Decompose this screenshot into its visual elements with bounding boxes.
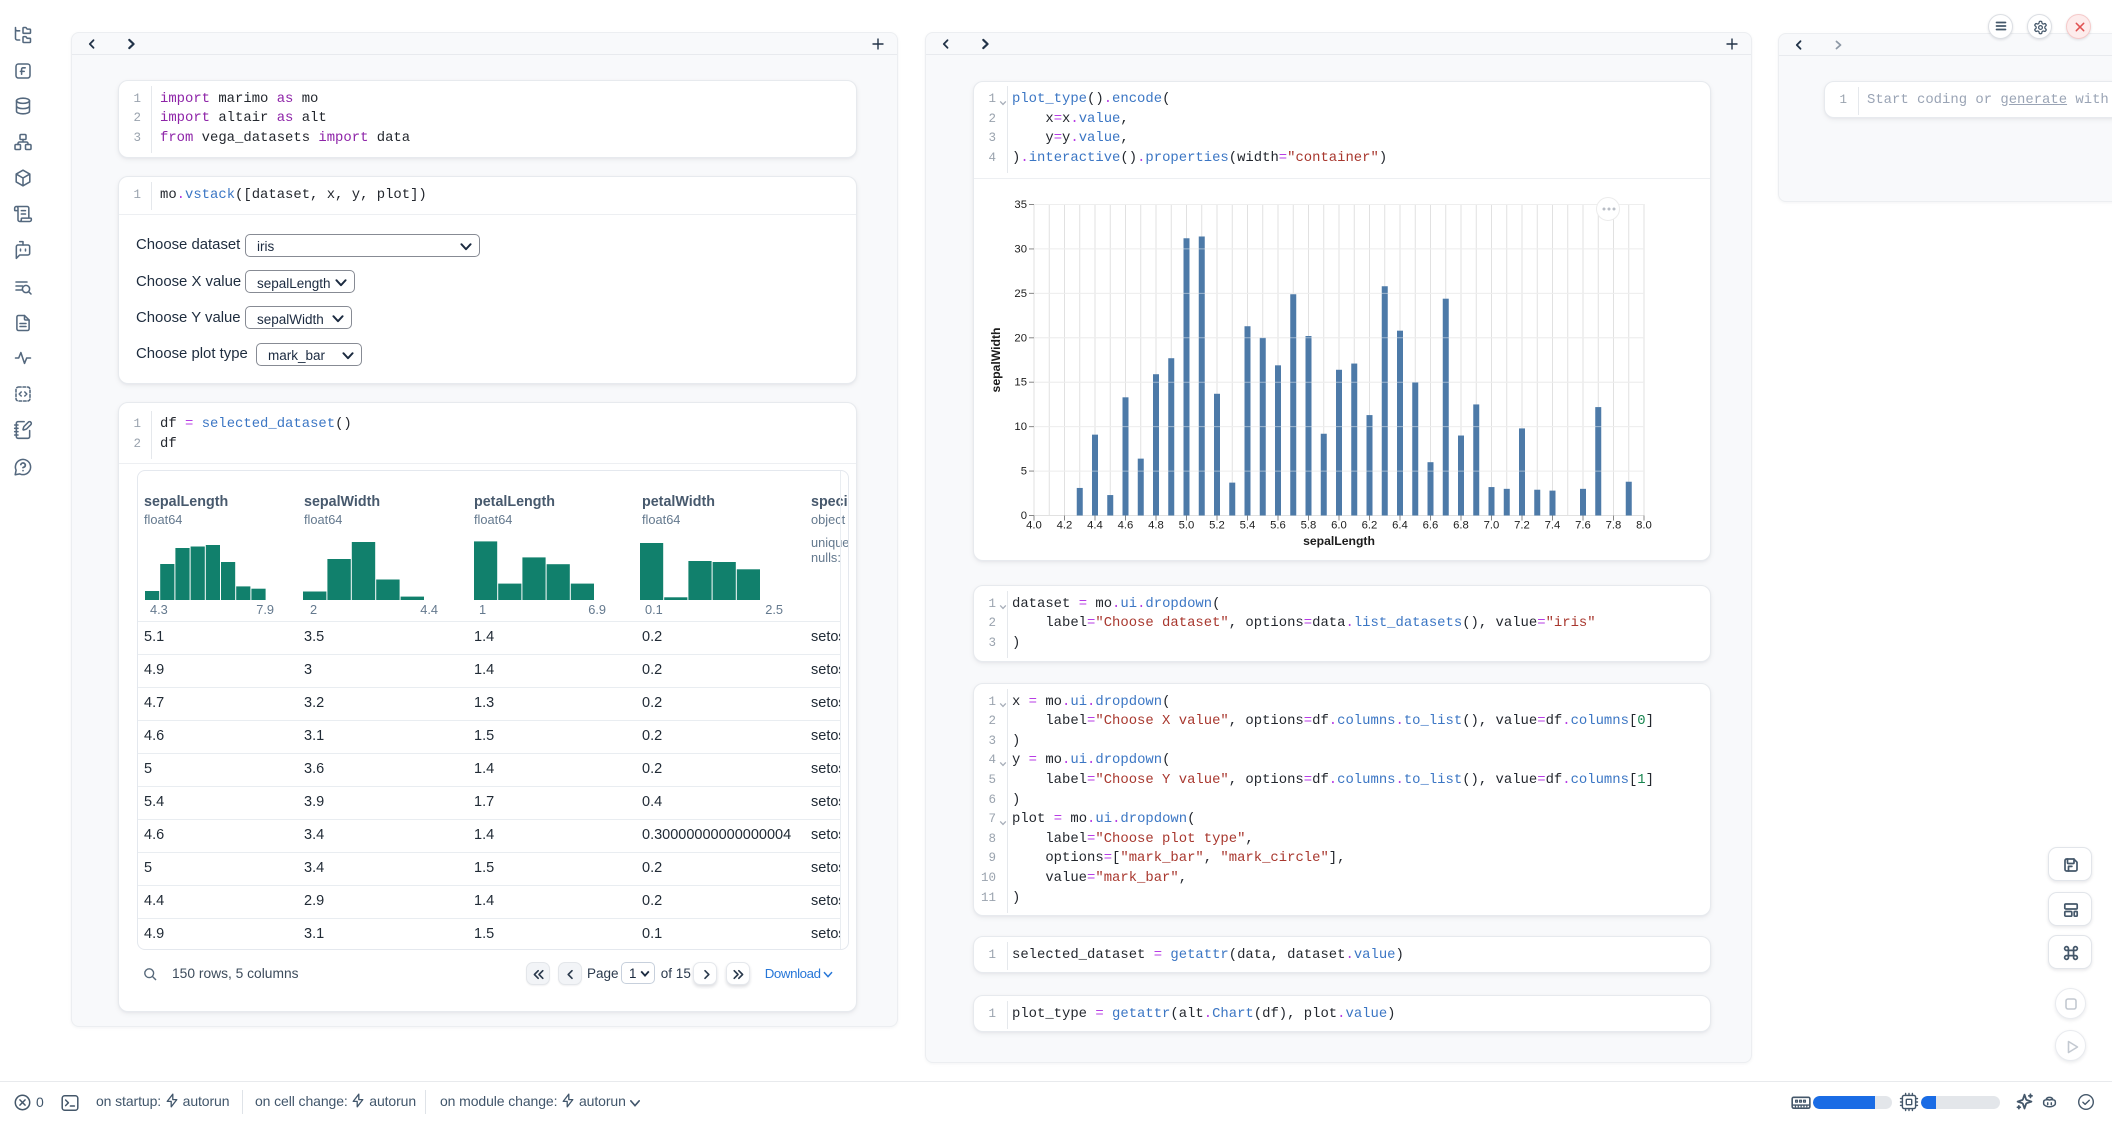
svg-text:5.8: 5.8 xyxy=(1301,519,1317,531)
svg-text:7.0: 7.0 xyxy=(1484,519,1500,531)
svg-text:6.4: 6.4 xyxy=(1392,519,1408,531)
svg-text:6.6: 6.6 xyxy=(1423,519,1439,531)
svg-text:6.8: 6.8 xyxy=(1453,519,1469,531)
svg-text:20: 20 xyxy=(1014,332,1027,344)
svg-text:6.0: 6.0 xyxy=(1331,519,1347,531)
svg-text:15: 15 xyxy=(1014,376,1027,388)
svg-text:4.4: 4.4 xyxy=(1087,519,1103,531)
svg-text:4.6: 4.6 xyxy=(1118,519,1134,531)
svg-text:35: 35 xyxy=(1014,199,1027,211)
svg-text:5.6: 5.6 xyxy=(1270,519,1286,531)
svg-text:10: 10 xyxy=(1014,421,1027,433)
svg-text:4.8: 4.8 xyxy=(1148,519,1164,531)
svg-text:5.2: 5.2 xyxy=(1209,519,1225,531)
svg-text:6.2: 6.2 xyxy=(1362,519,1378,531)
svg-text:7.8: 7.8 xyxy=(1606,519,1622,531)
svg-text:5.0: 5.0 xyxy=(1179,519,1195,531)
svg-text:5: 5 xyxy=(1021,465,1027,477)
svg-text:30: 30 xyxy=(1014,243,1027,255)
svg-text:4.0: 4.0 xyxy=(1026,519,1042,531)
svg-text:7.6: 7.6 xyxy=(1575,519,1591,531)
svg-text:4.2: 4.2 xyxy=(1057,519,1073,531)
svg-text:7.2: 7.2 xyxy=(1514,519,1530,531)
svg-text:25: 25 xyxy=(1014,287,1027,299)
svg-text:sepalLength: sepalLength xyxy=(1303,534,1375,548)
svg-text:5.4: 5.4 xyxy=(1240,519,1256,531)
svg-text:7.4: 7.4 xyxy=(1545,519,1561,531)
svg-text:8.0: 8.0 xyxy=(1636,519,1652,531)
svg-text:sepalWidth: sepalWidth xyxy=(989,327,1003,392)
